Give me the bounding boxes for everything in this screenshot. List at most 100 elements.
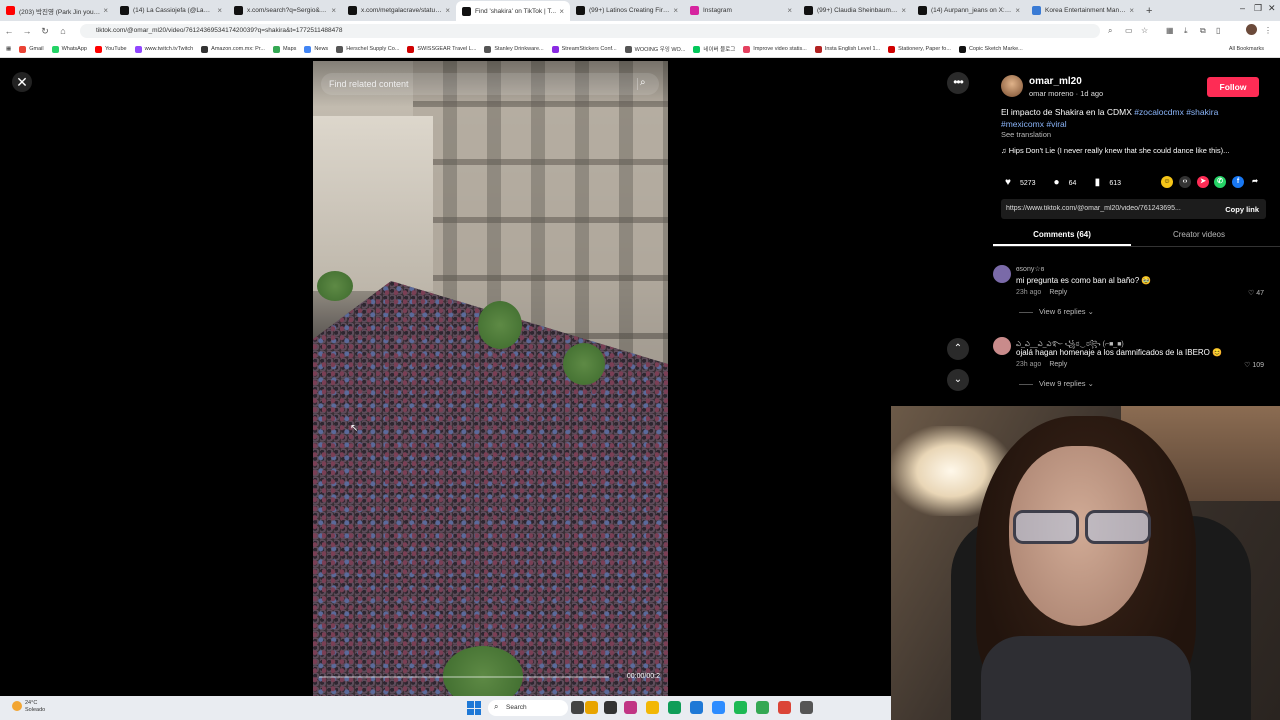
post-link-url[interactable]: https://www.tiktok.com/@omar_ml20/video/… — [1006, 205, 1206, 212]
hashtags-line1[interactable]: #zocalocdmx #shakira — [1134, 107, 1218, 117]
commenter-avatar[interactable] — [993, 265, 1011, 283]
downloads-icon[interactable]: ⤓ — [1184, 26, 1188, 36]
bookmark-item[interactable]: 네이버 블로그 — [693, 45, 735, 53]
zoom-app-icon[interactable] — [712, 701, 725, 714]
music-track[interactable]: ♫ Hips Don't Lie (I never really knew th… — [1001, 146, 1229, 155]
video-player[interactable]: Find related content ⌕ ↖ 00:00/00:2 — [313, 61, 668, 696]
next-video-chevron-down-icon[interactable]: ⌄ — [947, 369, 969, 391]
reply-button[interactable]: Reply — [1049, 289, 1067, 296]
browser-tab[interactable]: (14) Aurpann_jeans on X: "KE...× — [912, 1, 1026, 20]
chrome-profile-icon[interactable] — [778, 701, 791, 714]
embed-icon[interactable]: ‹› — [1179, 176, 1191, 188]
browser-tab[interactable]: (99+) Latinos Creating Fire Mu...× — [570, 1, 684, 20]
bookmark-item[interactable]: Herschel Supply Co... — [336, 45, 399, 53]
commenter-avatar[interactable] — [993, 337, 1011, 355]
author-username[interactable]: omar_ml20 — [1029, 76, 1082, 87]
browser-tab[interactable]: x.com/search?q=Sergio&src=...× — [228, 1, 342, 20]
bookmark-item[interactable]: WOOING 우잉 WO... — [624, 45, 685, 53]
spotify-icon[interactable] — [734, 701, 747, 714]
chrome-icon[interactable] — [756, 701, 769, 714]
see-translation-link[interactable]: See translation — [1001, 130, 1051, 139]
tab-close-icon[interactable]: × — [103, 6, 108, 15]
facebook-icon[interactable]: f — [1232, 176, 1244, 188]
bookmark-item[interactable]: Amazon.com.mx: Pr... — [201, 45, 265, 53]
puzzle-icon[interactable]: ⧉ — [1200, 26, 1206, 36]
search-icon[interactable]: ⌕ — [637, 77, 649, 90]
browser-tab[interactable]: (99+) Claudia Sheinbaum y la...× — [798, 1, 912, 20]
friends-share-icon[interactable]: ☺ — [1161, 176, 1173, 188]
bookmark-item[interactable]: Copic Sketch Marke... — [958, 45, 1023, 53]
reload-icon[interactable]: ↻ — [36, 26, 54, 37]
view-replies-button[interactable]: View 9 replies ⌄ — [1019, 379, 1094, 388]
apps-grid-icon[interactable]: ▦ — [6, 46, 11, 52]
bookmark-item[interactable]: WhatsApp — [51, 45, 87, 53]
profile-avatar[interactable] — [1246, 24, 1257, 35]
bookmark-item[interactable]: Insta English Level 1... — [814, 45, 880, 53]
bookmark-item[interactable]: Improve video statis... — [743, 45, 807, 53]
browser-tab[interactable]: Korea Entertainment Manage... × — [1026, 1, 1140, 20]
maximize-icon[interactable]: ❐ — [1254, 3, 1262, 14]
tab-close-icon[interactable]: × — [217, 6, 222, 15]
windows-start-icon[interactable] — [467, 701, 481, 715]
tab-close-icon[interactable]: × — [445, 6, 450, 15]
task-view-icon[interactable] — [604, 701, 617, 714]
edge-icon[interactable] — [668, 701, 681, 714]
close-window-icon[interactable]: ✕ — [1268, 3, 1276, 14]
menu-icon[interactable]: ⋮ — [1264, 26, 1272, 35]
tab-close-icon[interactable]: × — [1015, 6, 1020, 15]
send-icon[interactable]: ➤ — [1197, 176, 1209, 188]
more-options-icon[interactable]: ••• — [947, 72, 969, 94]
widgets-icon[interactable] — [571, 701, 584, 714]
video-progress-bar[interactable] — [319, 676, 609, 678]
comment-button[interactable]: ● 64 — [1050, 176, 1077, 190]
home-icon[interactable]: ⌂ — [54, 26, 72, 36]
bookmark-item[interactable]: Maps — [272, 45, 296, 53]
save-button[interactable]: ▮ 613 — [1090, 176, 1121, 190]
store-icon[interactable] — [690, 701, 703, 714]
tab-close-icon[interactable]: × — [1129, 6, 1134, 15]
copy-link-button[interactable]: Copy link — [1225, 205, 1259, 214]
back-icon[interactable]: ← — [0, 26, 18, 36]
bookmark-item[interactable]: Stanley Drinkware... — [484, 45, 544, 53]
bookmark-item[interactable]: SWISSGEAR Travel L... — [407, 45, 476, 53]
author-avatar[interactable] — [1001, 75, 1023, 97]
cast-icon[interactable]: ▭ — [1125, 26, 1133, 35]
reply-button[interactable]: Reply — [1049, 361, 1067, 368]
bookmark-item[interactable]: Stationery, Paper fo... — [888, 45, 951, 53]
browser-tab[interactable]: x.com/metgalacrave/status/2... × — [342, 1, 456, 20]
file-explorer-icon[interactable] — [646, 701, 659, 714]
close-icon[interactable]: ✕ — [12, 72, 32, 92]
browser-tab[interactable]: Instagram × — [684, 1, 798, 20]
tab-close-icon[interactable]: × — [901, 6, 906, 15]
tab-close-icon[interactable]: × — [673, 6, 678, 15]
hashtags-line2[interactable]: #mexicomx #viral — [1001, 119, 1067, 129]
bookmark-item[interactable]: News — [304, 45, 328, 53]
find-related-search[interactable]: Find related content ⌕ — [321, 73, 659, 95]
app-icon[interactable] — [624, 701, 637, 714]
extension-icon[interactable]: ▦ — [1166, 26, 1174, 35]
minimize-icon[interactable]: – — [1240, 3, 1245, 13]
tab-close-icon[interactable]: × — [787, 6, 792, 15]
whatsapp-icon[interactable]: ✆ — [1214, 176, 1226, 188]
star-icon[interactable]: ☆ — [1141, 26, 1148, 35]
tab-creator-videos[interactable]: Creator videos — [1131, 226, 1267, 246]
url-field[interactable]: tiktok.com/@omar_ml20/video/761243695341… — [80, 24, 1100, 38]
new-tab-icon[interactable]: + — [1146, 5, 1152, 17]
bookmark-item[interactable]: StreamStickers Conf... — [551, 45, 617, 53]
view-replies-button[interactable]: View 6 replies ⌄ — [1019, 307, 1094, 316]
share-arrow-icon[interactable]: ➦ — [1249, 176, 1261, 188]
comment-like-button[interactable]: ♡ 109 — [1244, 361, 1264, 369]
comment-like-button[interactable]: ♡ 47 — [1248, 289, 1264, 297]
browser-tab[interactable]: (203) 박진영 (Park Jin young) × — [0, 1, 114, 20]
bookmark-item[interactable]: www.twitch.tvTwitch — [134, 45, 193, 53]
sidepanel-icon[interactable]: ▯ — [1216, 26, 1220, 35]
app-icon-2[interactable] — [800, 701, 813, 714]
tab-close-icon[interactable]: × — [331, 6, 336, 15]
like-button[interactable]: ♥ 5273 — [1001, 176, 1036, 190]
follow-button[interactable]: Follow — [1207, 77, 1259, 97]
commenter-username[interactable]: ɞsony☆ɞ — [1016, 265, 1044, 273]
tab-comments[interactable]: Comments (64) — [993, 226, 1131, 246]
browser-tab[interactable]: (14) La Cassiojefa (@LaCassio...× — [114, 1, 228, 20]
bookmark-item[interactable]: YouTube — [94, 45, 127, 53]
browser-tab[interactable]: Find 'shakira' on TikTok | T... × — [456, 1, 570, 21]
